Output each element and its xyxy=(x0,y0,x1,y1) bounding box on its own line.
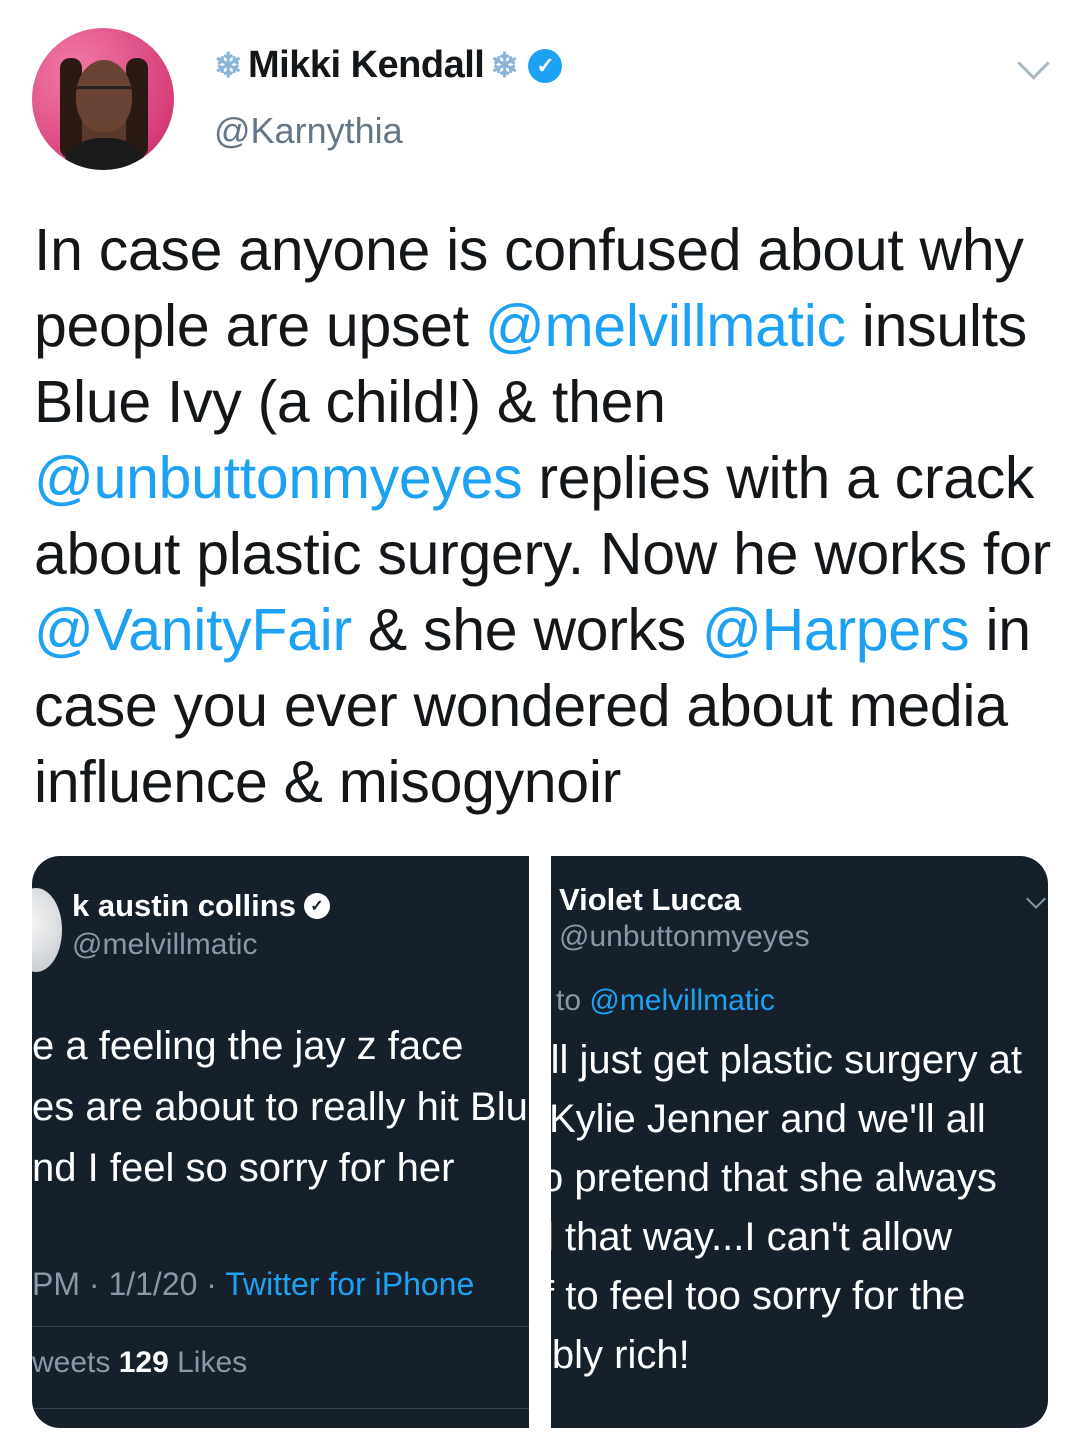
reply-to-label: j to xyxy=(551,984,582,1017)
snowflake-icon: ❄ xyxy=(214,46,243,85)
likes-label: Likes xyxy=(168,1346,248,1379)
card-text-line: 'll just get plastic surgery at xyxy=(551,1038,1022,1082)
card-stats: weets 129 Likes xyxy=(32,1346,247,1380)
card-handle: @unbuttonmyeyes xyxy=(559,920,810,953)
avatar xyxy=(32,888,62,972)
card-meta-time: PM · 1/1/20 · xyxy=(32,1266,226,1302)
divider xyxy=(32,1326,529,1327)
tweet-text: In case anyone is confused about why peo… xyxy=(34,212,1054,820)
card-name-text: Violet Lucca xyxy=(559,882,742,917)
card-meta: PM · 1/1/20 · Twitter for iPhone xyxy=(32,1266,474,1303)
author-handle[interactable]: @Karnythia xyxy=(214,110,403,152)
card-author-name: k austin collins ✓ xyxy=(72,888,330,924)
mention-link[interactable]: @unbuttonmyeyes xyxy=(34,445,523,511)
card-text-line: o pretend that she always xyxy=(551,1156,997,1200)
embedded-image-left[interactable]: k austin collins ✓ @melvillmatic e a fee… xyxy=(32,856,529,1428)
card-text-line: ibly rich! xyxy=(551,1333,690,1377)
mention-link[interactable]: @melvillmatic xyxy=(485,293,846,359)
card-name-text: k austin collins xyxy=(72,888,296,923)
card-meta-source: Twitter for iPhone xyxy=(225,1266,475,1302)
chevron-down-icon[interactable] xyxy=(1017,47,1050,80)
snowflake-icon: ❄ xyxy=(490,46,519,85)
tweet-text-segment: & she works xyxy=(351,597,703,663)
card-author-name: Violet Lucca xyxy=(559,882,741,918)
embedded-image-right[interactable]: Violet Lucca @unbuttonmyeyes j to @melvi… xyxy=(551,856,1048,1428)
mention-link[interactable]: @Harpers xyxy=(702,597,970,663)
card-text-line: es are about to really hit Blue xyxy=(32,1085,529,1129)
card-reply-to: j to @melvillmatic xyxy=(551,984,775,1018)
card-text-line: e a feeling the jay z face xyxy=(32,1024,464,1068)
author-name[interactable]: Mikki Kendall xyxy=(248,44,485,87)
avatar-glasses xyxy=(76,86,132,103)
reply-to-mention: @melvillmatic xyxy=(589,984,775,1017)
chevron-down-icon xyxy=(1026,889,1046,909)
mention-link[interactable]: @VanityFair xyxy=(34,597,352,663)
card-text-line: Kylie Jenner and we'll all xyxy=(551,1097,986,1141)
card-handle: @melvillmatic xyxy=(72,928,258,961)
divider xyxy=(32,1408,529,1409)
retweets-label: weets xyxy=(32,1346,119,1379)
card-text-line: f to feel too sorry for the xyxy=(551,1274,966,1318)
verified-badge-icon: ✓ xyxy=(303,893,330,919)
author-avatar[interactable] xyxy=(32,28,174,170)
verified-badge-icon: ✓ xyxy=(528,48,563,83)
likes-count: 129 xyxy=(118,1346,169,1379)
card-text-line: nd I feel so sorry for her xyxy=(32,1146,455,1190)
card-text-line: l that way...I can't allow xyxy=(551,1215,953,1259)
author-name-row[interactable]: ❄ Mikki Kendall ❄ ✓ xyxy=(214,44,563,87)
